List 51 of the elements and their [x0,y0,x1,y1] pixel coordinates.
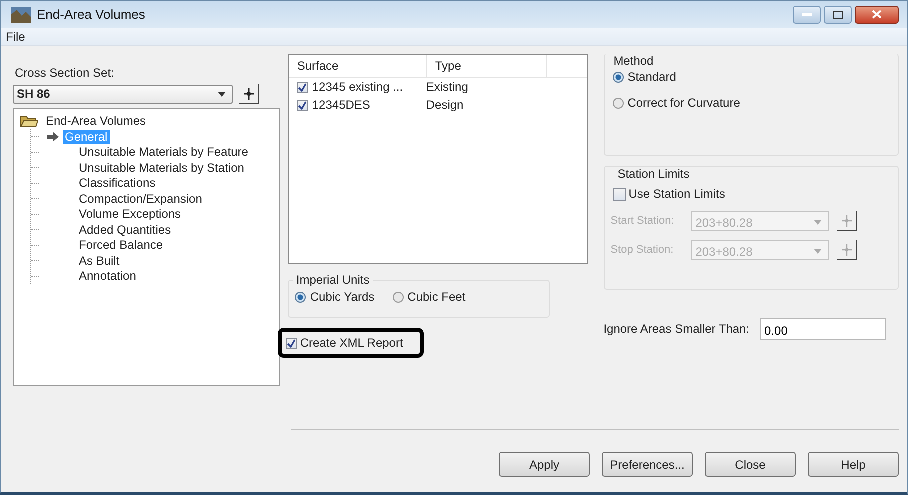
table-cell-text: 12345DES [312,98,372,112]
tree-item[interactable]: As Built [77,254,122,268]
table-cell: Existing [426,80,468,94]
dialog-button[interactable]: Preferences... [602,452,693,477]
caret-icon [218,92,226,96]
tree-item[interactable]: Annotation [77,269,138,284]
tree-item[interactable]: Added Quantities [77,222,174,237]
radio-option[interactable]: Correct for Curvature [612,96,898,110]
crosshair-icon [842,244,852,256]
dialog-button[interactable]: Close [705,452,796,477]
radio-option[interactable]: Cubic Yards [295,290,375,304]
table-cell-text: 12345 existing ... [312,80,404,94]
check-icon [287,338,296,348]
column-header[interactable]: Type [427,55,548,77]
field-label: Start Station: [610,215,676,227]
use-station-limits-checkbox[interactable]: Use Station Limits [612,187,898,201]
maximize-icon [833,10,843,18]
group-title: Imperial Units [293,273,373,287]
window-title: End-Area Volumes [37,7,146,22]
tree-item[interactable]: End-Area Volumes [44,114,148,128]
close-icon [872,10,882,19]
table-cell: Design [426,98,464,112]
caret-icon [814,249,822,254]
maximize-button[interactable] [824,6,852,24]
field-label: Ignore Areas Smaller Than: [604,322,750,336]
tree-item[interactable]: Unsuitable Materials by Station [77,160,246,175]
radio-option[interactable]: Cubic Feet [392,290,466,304]
column-header[interactable]: Surface [289,55,428,77]
cross-section-dropdown[interactable]: SH 86 [13,84,233,104]
crosshair-icon [842,215,852,227]
landscape-icon [11,6,31,22]
dialog-button[interactable]: Help [808,452,899,477]
caret-icon [814,220,822,225]
crosshair-icon [244,88,254,100]
xml-report-checkbox[interactable]: Create XML Report [286,336,404,350]
checkbox[interactable] [297,82,308,92]
minimize-icon [802,12,812,16]
field-label: Cross Section Set: [15,66,116,80]
radio-option[interactable]: Standard [612,70,898,84]
checkbox[interactable] [297,100,308,110]
tree-item[interactable]: Forced Balance [77,238,166,252]
tree-item[interactable]: Unsuitable Materials by Feature [77,145,250,160]
tree-item[interactable]: Compaction/Expansion [77,192,204,206]
tree-item[interactable]: Volume Exceptions [77,207,184,222]
dialog-button[interactable]: Apply [499,452,590,477]
close-button[interactable] [855,6,899,24]
field-label: Stop Station: [610,244,675,256]
ignore-areas-field[interactable]: 0.00 [760,318,886,340]
tree-item[interactable]: Classifications [77,176,158,190]
menu-item[interactable]: File [6,30,26,44]
arrow-icon [47,132,59,142]
